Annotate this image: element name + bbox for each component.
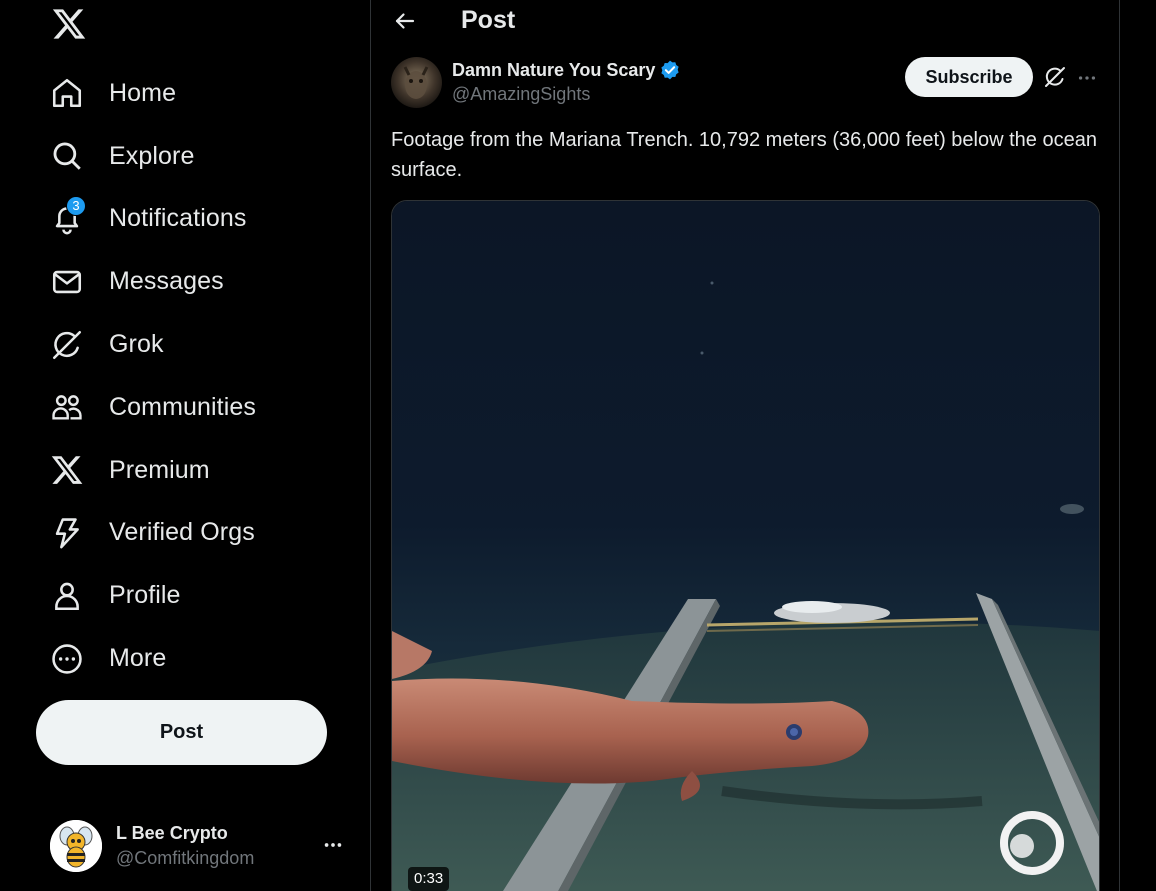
account-handle: @Comfitkingdom — [116, 848, 255, 868]
subscribe-button[interactable]: Subscribe — [905, 57, 1033, 97]
x-logo-icon — [50, 453, 84, 487]
nav-label: Home — [109, 78, 177, 107]
people-icon — [50, 390, 84, 424]
envelope-icon — [50, 265, 84, 299]
grok-icon[interactable] — [1043, 65, 1067, 89]
home-icon — [50, 76, 84, 110]
nav-item-premium[interactable]: Premium — [50, 439, 256, 502]
nav-item-explore[interactable]: Explore — [50, 125, 256, 188]
sidebar: Home Explore 3 Notifications Messages Gr… — [0, 0, 370, 891]
nav-label: Grok — [109, 330, 164, 359]
more-horizontal-icon[interactable] — [1076, 67, 1098, 89]
notification-badge: 3 — [66, 195, 86, 216]
author-name[interactable]: Damn Nature You Scary — [452, 59, 681, 81]
nav-item-more[interactable]: More — [50, 627, 256, 690]
post-header: Post — [371, 0, 1121, 42]
more-horizontal-icon[interactable] — [322, 834, 344, 856]
nav-item-messages[interactable]: Messages — [50, 250, 256, 313]
author-handle[interactable]: @AmazingSights — [452, 84, 590, 105]
account-switcher[interactable]: L Bee Crypto @Comfitkingdom — [50, 818, 350, 874]
nav-item-profile[interactable]: Profile — [50, 564, 256, 627]
lightning-icon — [50, 516, 84, 550]
grok-icon — [50, 328, 84, 362]
x-logo-icon[interactable] — [50, 6, 88, 42]
primary-nav: Home Explore 3 Notifications Messages Gr… — [50, 62, 256, 690]
back-arrow-icon[interactable] — [393, 8, 417, 34]
account-info: L Bee Crypto @Comfitkingdom — [116, 823, 254, 869]
more-circle-icon — [50, 642, 84, 676]
nav-label: Profile — [109, 581, 181, 610]
video-player[interactable]: 0:33 — [391, 200, 1100, 891]
main-column: Post Damn Nature You Scary @AmazingSight… — [370, 0, 1120, 891]
avatar — [50, 820, 102, 872]
nav-item-notifications[interactable]: 3 Notifications — [50, 188, 256, 251]
nav-label: Explore — [109, 141, 195, 170]
app-root: Home Explore 3 Notifications Messages Gr… — [0, 0, 1156, 891]
tweet-text: Footage from the Mariana Trench. 10,792 … — [391, 129, 1097, 181]
verified-badge-icon — [659, 59, 681, 81]
nav-label: Verified Orgs — [109, 518, 255, 547]
nav-item-home[interactable]: Home — [50, 62, 256, 125]
nav-label: Communities — [109, 392, 256, 421]
bell-icon: 3 — [50, 195, 86, 236]
page-title: Post — [461, 6, 516, 34]
nav-label: Premium — [109, 455, 210, 484]
nav-item-grok[interactable]: Grok — [50, 313, 256, 376]
video-thumbnail — [392, 201, 1099, 891]
post-button[interactable]: Post — [36, 700, 327, 765]
nav-label: Notifications — [109, 204, 247, 233]
search-icon — [50, 139, 84, 173]
nav-label: More — [109, 644, 167, 673]
author-avatar[interactable] — [391, 57, 442, 108]
account-name: L Bee Crypto — [116, 823, 228, 843]
person-icon — [50, 579, 84, 613]
nav-item-verified-orgs[interactable]: Verified Orgs — [50, 502, 256, 565]
video-duration: 0:33 — [408, 867, 450, 891]
nav-label: Messages — [109, 267, 224, 296]
author-name-text: Damn Nature You Scary — [452, 59, 656, 80]
nav-item-communities[interactable]: Communities — [50, 376, 256, 439]
